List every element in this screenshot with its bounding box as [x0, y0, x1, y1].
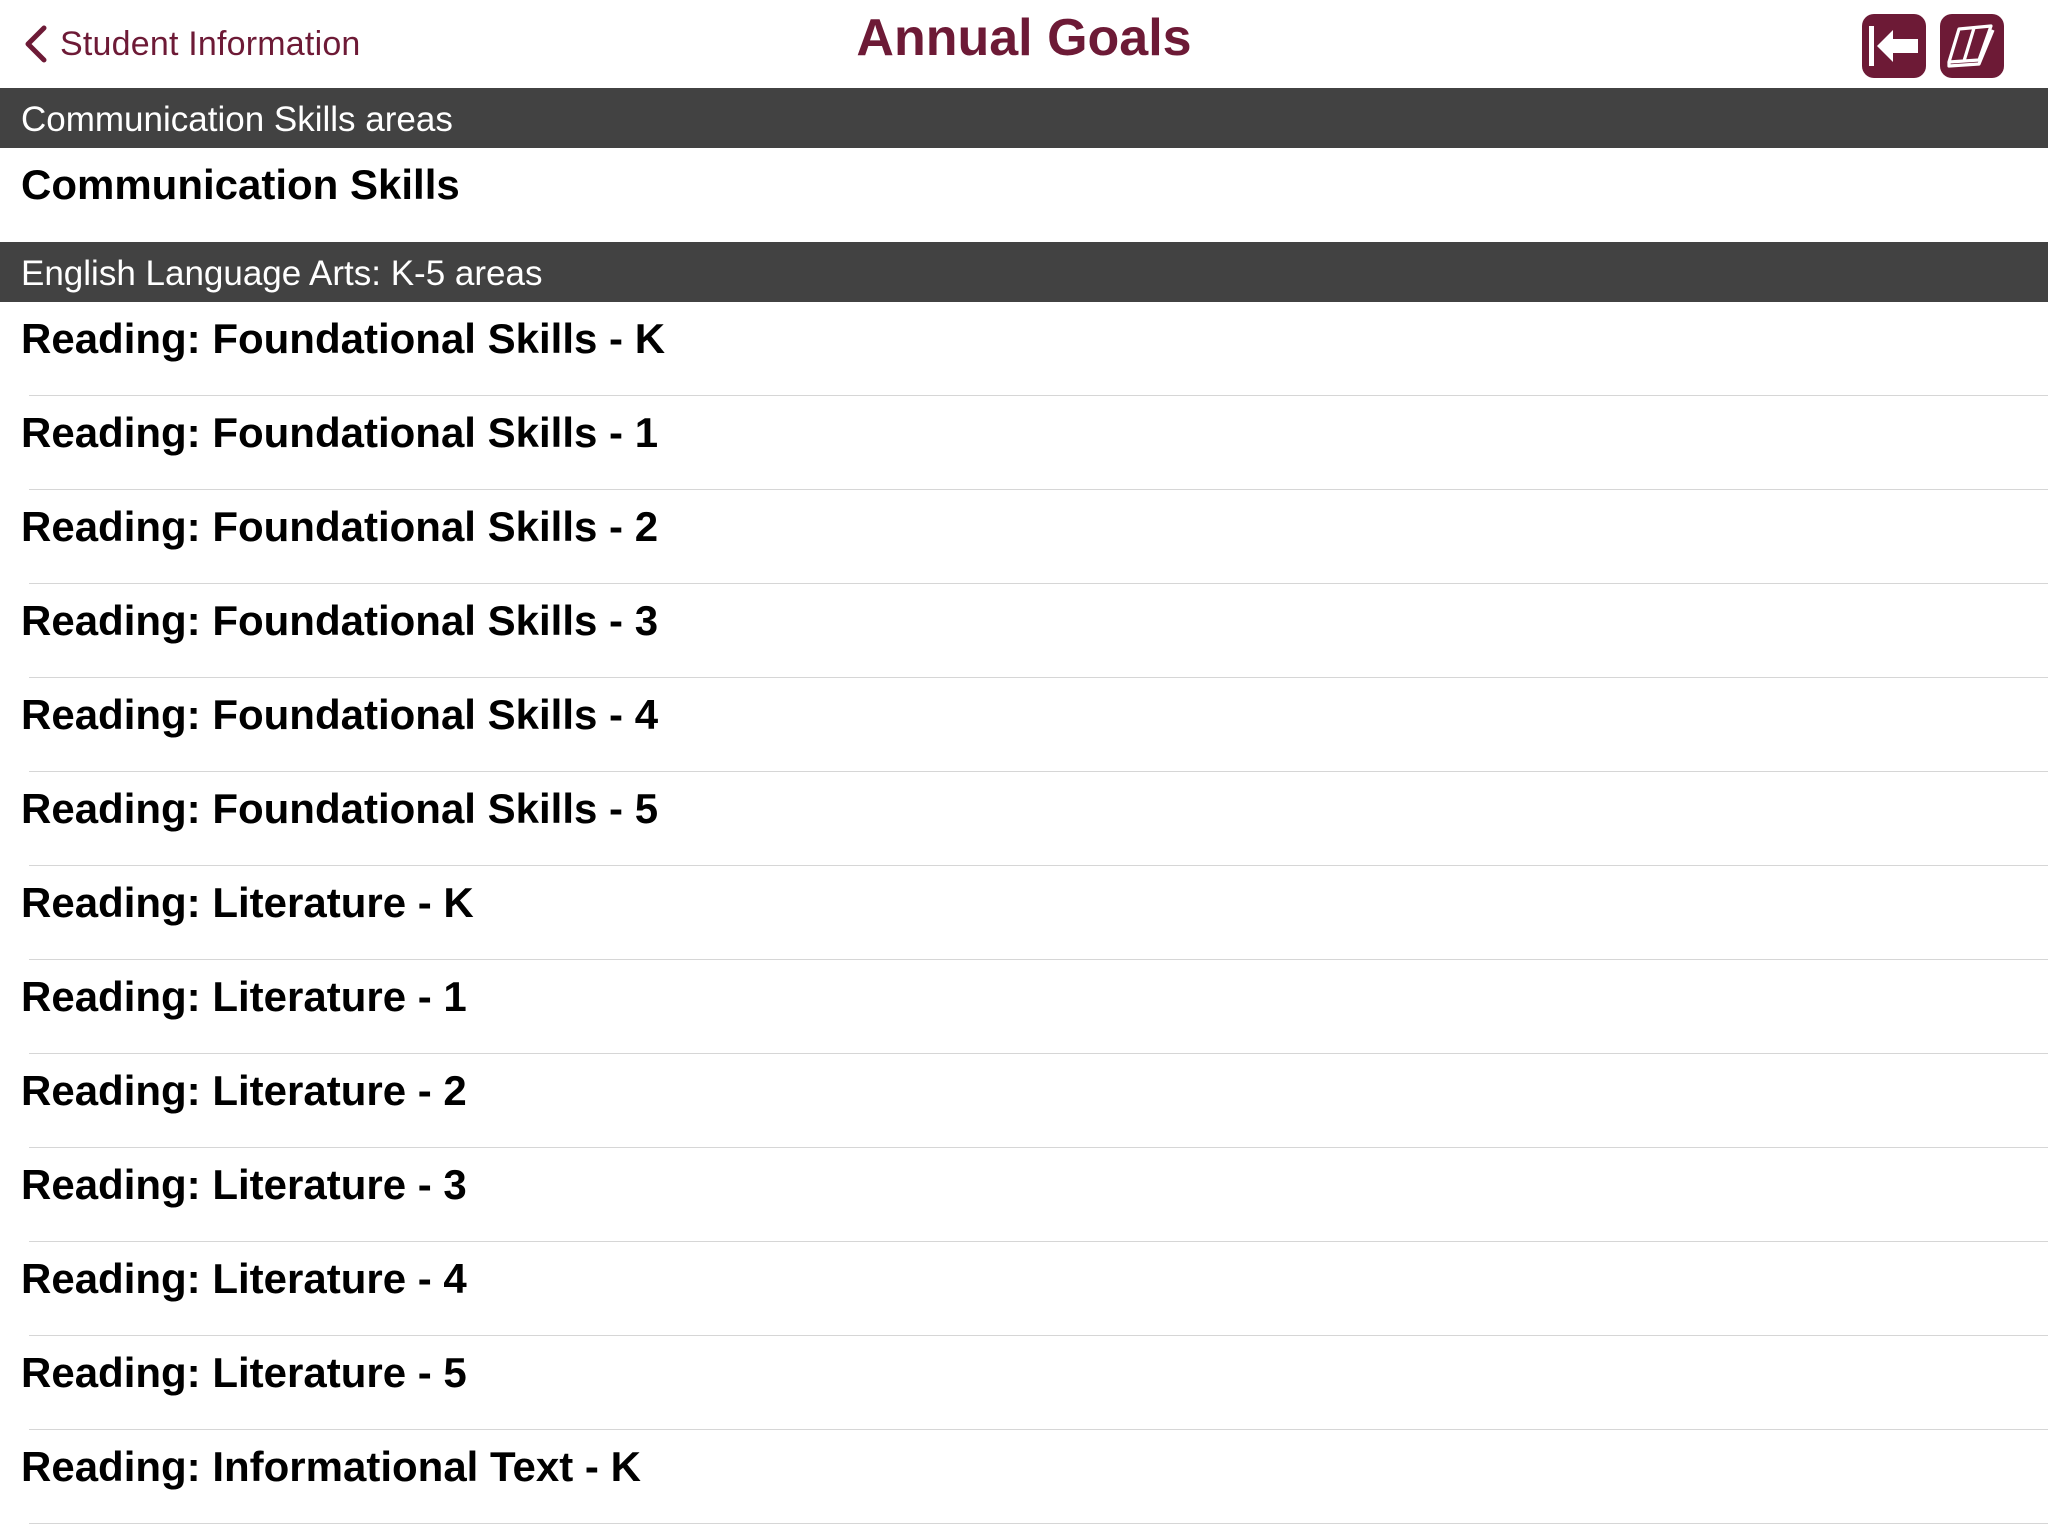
list-item[interactable]: Reading: Literature - 3 — [0, 1148, 2048, 1242]
exit-button[interactable] — [1862, 14, 1926, 78]
list-item[interactable]: Reading: Literature - 4 — [0, 1242, 2048, 1336]
list-item[interactable]: Reading: Informational Text - K — [0, 1430, 2048, 1524]
list-item[interactable]: Reading: Literature - 5 — [0, 1336, 2048, 1430]
list-item-label: Reading: Foundational Skills - 5 — [21, 785, 659, 832]
list-item-label: Communication Skills — [21, 161, 460, 208]
book-button[interactable] — [1940, 14, 2004, 78]
navigation-bar: Student Information Annual Goals — [0, 0, 2048, 88]
list-item-label: Reading: Foundational Skills - K — [21, 315, 666, 362]
section-header-english-language-arts: English Language Arts: K-5 areas — [0, 242, 2048, 302]
list-item-label: Reading: Foundational Skills - 3 — [21, 597, 659, 644]
goals-list: Communication Skills areas Communication… — [0, 88, 2048, 1524]
section-header-communication-skills: Communication Skills areas — [0, 88, 2048, 148]
back-button-label: Student Information — [60, 24, 361, 63]
list-item-label: Reading: Literature - 1 — [21, 973, 467, 1020]
list-item-label: Reading: Informational Text - K — [21, 1443, 641, 1490]
list-item[interactable]: Reading: Foundational Skills - K — [0, 302, 2048, 396]
open-book-icon — [1947, 24, 1995, 68]
list-item[interactable]: Reading: Foundational Skills - 4 — [0, 678, 2048, 772]
list-item[interactable]: Reading: Literature - 1 — [0, 960, 2048, 1054]
back-button[interactable]: Student Information — [22, 20, 361, 68]
list-item-label: Reading: Literature - 2 — [21, 1067, 467, 1114]
chevron-left-icon — [25, 25, 47, 63]
list-item-label: Reading: Foundational Skills - 2 — [21, 503, 659, 550]
list-item[interactable]: Reading: Literature - 2 — [0, 1054, 2048, 1148]
list-item[interactable]: Reading: Foundational Skills - 2 — [0, 490, 2048, 584]
list-item-label: Reading: Literature - K — [21, 879, 474, 926]
list-item-label: Reading: Literature - 5 — [21, 1349, 467, 1396]
exit-arrow-icon — [1869, 26, 1918, 66]
list-item-label: Reading: Foundational Skills - 4 — [21, 691, 659, 738]
list-item[interactable]: Reading: Literature - K — [0, 866, 2048, 960]
nav-actions — [1862, 14, 2004, 78]
list-item-label: Reading: Literature - 3 — [21, 1161, 467, 1208]
list-item[interactable]: Reading: Foundational Skills - 5 — [0, 772, 2048, 866]
list-item[interactable]: Communication Skills — [0, 148, 2048, 242]
list-item-label: Reading: Foundational Skills - 1 — [21, 409, 659, 456]
list-item[interactable]: Reading: Foundational Skills - 1 — [0, 396, 2048, 490]
list-item-label: Reading: Literature - 4 — [21, 1255, 467, 1302]
list-item[interactable]: Reading: Foundational Skills - 3 — [0, 584, 2048, 678]
